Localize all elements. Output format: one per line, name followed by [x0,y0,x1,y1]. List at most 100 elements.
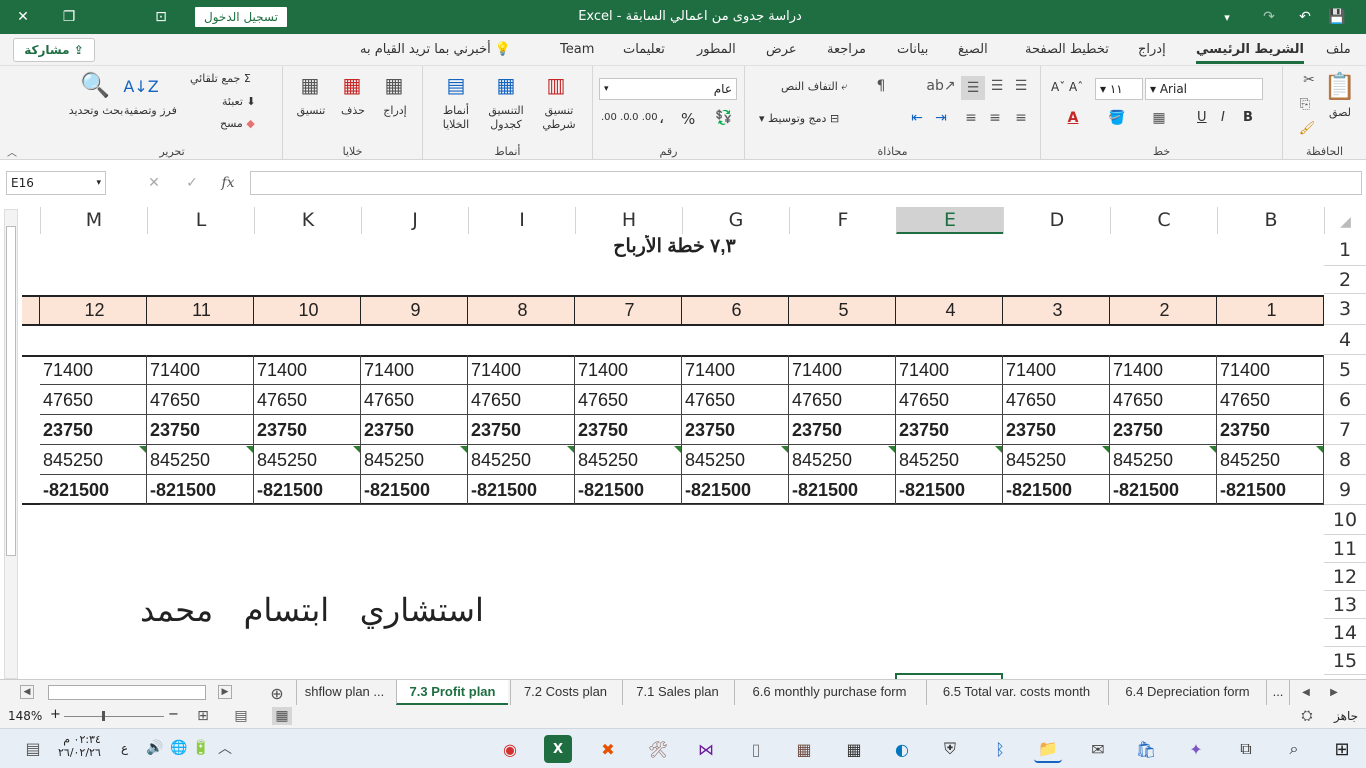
increase-decimal-button[interactable]: .0 .00 [629,112,658,123]
cell-styles-button[interactable]: أنماط الخلايا [431,104,481,132]
row-header-9[interactable]: 9 [1324,475,1366,505]
merge-center-button[interactable]: ▾ دمج وتوسيط ⊟ [759,112,839,125]
format-painter-icon[interactable]: 🖌 [1297,118,1317,138]
fill-button[interactable]: تعبئة ⬇ [222,95,256,108]
data-cell[interactable]: 845250 [361,445,468,475]
data-cell[interactable]: 71400 [896,355,1003,385]
borders-icon[interactable]: ▦ [1149,108,1169,128]
align-center-icon[interactable]: ≡ [985,108,1005,128]
align-bottom-icon[interactable]: ☰ [961,76,985,100]
month-header-cell[interactable]: 1 [1217,295,1324,326]
tab-team[interactable]: Team [560,34,594,66]
percent-button[interactable]: % [681,110,695,128]
excel-icon[interactable]: X [544,735,572,763]
find-select-button[interactable]: بحث وتحديد [68,104,124,118]
collapse-ribbon-icon[interactable]: ︿ [4,144,20,159]
data-cell[interactable]: 23750 [147,415,254,445]
zoom-level[interactable]: 148% [8,709,42,723]
data-cell[interactable]: 47650 [468,385,575,415]
store-icon[interactable]: 🛍 [1132,735,1160,763]
ribbon-display-icon[interactable]: ⊡ [138,0,184,34]
align-top-icon[interactable]: ☰ [1011,76,1031,96]
data-cell[interactable]: 47650 [1110,385,1217,415]
column-header-m[interactable]: M [40,207,147,234]
select-all-corner[interactable]: ◢ [1324,207,1366,234]
row-header-7[interactable]: 7 [1324,415,1366,445]
data-cell[interactable]: 23750 [361,415,468,445]
redo-icon[interactable]: ↷ [1254,0,1284,34]
visual-studio-icon[interactable]: ⋈ [692,735,720,763]
row-header-1[interactable]: 1 [1324,234,1366,266]
data-cell[interactable]: -821500 [1217,475,1324,505]
increase-indent-icon[interactable]: ⇥ [931,108,951,128]
tabs-prev-icon[interactable]: ◀ [1298,684,1314,700]
row-header-12[interactable]: 12 [1324,563,1366,591]
data-cell[interactable]: -821500 [40,475,147,505]
error-indicator-icon[interactable] [674,446,681,453]
error-indicator-icon[interactable] [888,446,895,453]
tab-review[interactable]: مراجعة [827,34,866,66]
data-cell[interactable]: 71400 [147,355,254,385]
clock[interactable]: ٠٢:٣٤ م ٢٦/٠٢/٢٦ [58,733,101,759]
formula-input[interactable] [250,171,1362,195]
data-cell[interactable]: 23750 [1217,415,1324,445]
data-cell[interactable]: 23750 [682,415,789,445]
cut-icon[interactable]: ✂ [1299,70,1319,90]
data-cell[interactable]: -821500 [1003,475,1110,505]
data-cell[interactable]: 47650 [1003,385,1110,415]
wrap-text-button[interactable]: التفاف النص ⤶ [781,80,847,94]
data-cell[interactable]: 23750 [896,415,1003,445]
data-cell[interactable]: 71400 [1110,355,1217,385]
signin-button[interactable]: تسجيل الدخول [195,7,287,27]
accounting-format-icon[interactable]: 💱 [713,108,735,128]
tab-cashflow-plan[interactable]: shflow plan ... [296,680,392,705]
scroll-thumb[interactable] [6,226,16,556]
page-layout-view-icon[interactable]: ▤ [232,707,250,725]
data-cell[interactable]: 845250 [789,445,896,475]
insert-function-icon[interactable]: fx [216,172,240,194]
sort-filter-button[interactable]: فرز وتصفية [124,104,177,118]
error-indicator-icon[interactable] [1209,446,1216,453]
paste-button[interactable]: لصق [1325,106,1355,119]
month-header-cell[interactable]: 9 [361,295,468,326]
data-cell[interactable]: 845250 [40,445,147,475]
row-header-2[interactable]: 2 [1324,266,1366,294]
column-header-b[interactable]: B [1217,207,1324,234]
data-cell[interactable]: 71400 [254,355,361,385]
data-cell[interactable]: 845250 [682,445,789,475]
data-cell[interactable]: 47650 [896,385,1003,415]
mail-icon[interactable]: ✉ [1084,735,1112,763]
font-size-up-down[interactable]: Aˇ Aˆ [1051,80,1083,94]
data-cell[interactable]: -821500 [254,475,361,505]
data-cell[interactable]: 71400 [1217,355,1324,385]
vertical-scrollbar[interactable] [4,209,18,679]
data-cell[interactable]: 47650 [682,385,789,415]
fill-color-icon[interactable]: 🪣 [1107,108,1127,128]
tab-home[interactable]: الشريط الرئيسي [1196,34,1304,64]
security-icon[interactable]: ⛨ [936,735,964,763]
tab-formulas[interactable]: الصيغ [958,34,988,66]
month-header-cell[interactable]: 6 [682,295,789,326]
month-header-cell[interactable]: 5 [789,295,896,326]
format-button[interactable]: تنسيق [289,104,333,117]
tab-profit-plan[interactable]: 7.3 Profit plan [396,680,508,705]
tab-costs-plan[interactable]: 7.2 Costs plan [510,680,620,705]
column-header-h[interactable]: H [575,207,682,234]
data-cell[interactable]: 23750 [1003,415,1110,445]
error-indicator-icon[interactable] [995,446,1002,453]
file-explorer-icon[interactable]: 📁 [1034,735,1062,763]
battery-icon[interactable]: 🔋 [192,739,210,757]
tab-help[interactable]: تعليمات [623,34,665,66]
format-as-table-button[interactable]: التنسيق كجدول [479,104,533,132]
data-cell[interactable]: -821500 [361,475,468,505]
sort-filter-icon[interactable]: A↓Z [123,72,158,100]
xampp-icon[interactable]: ✖ [594,735,622,763]
tabs-next-icon[interactable]: ▶ [1326,684,1342,700]
text-direction-icon[interactable]: ¶ [871,76,891,96]
insert-button[interactable]: إدراج [375,104,415,117]
month-header-cell[interactable]: 2 [1110,295,1217,326]
format-as-table-icon[interactable]: ▦ [491,70,521,100]
chevron-up-icon[interactable]: ︿ [216,739,234,757]
hscroll-right-icon[interactable]: ▶ [218,685,232,699]
data-cell[interactable]: 47650 [789,385,896,415]
